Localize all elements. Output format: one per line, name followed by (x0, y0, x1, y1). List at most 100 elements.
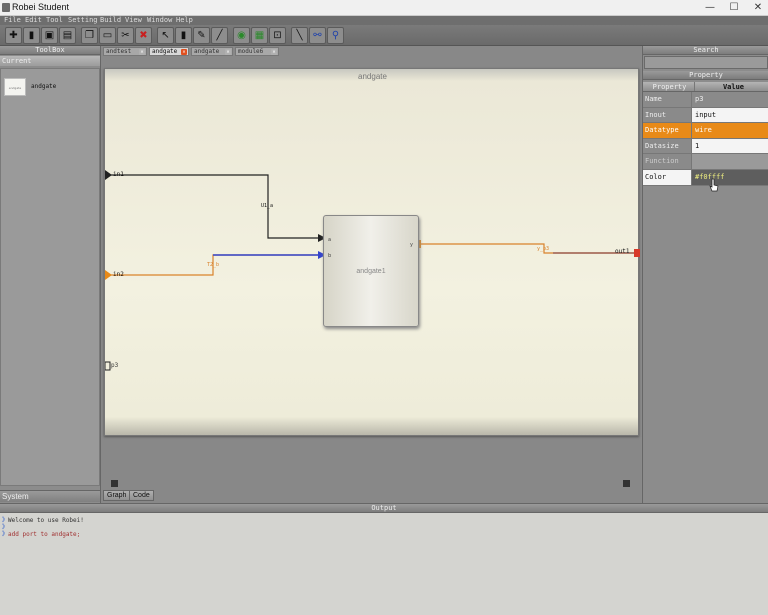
mouse-cursor-icon (709, 178, 719, 192)
property-key: Function (643, 154, 692, 169)
current-tab[interactable]: Current (0, 56, 100, 66)
design-area: andtest ✕ andgate ✕ andgate ✕ module6 ✕ andg… (101, 46, 641, 503)
tab-graph[interactable]: Graph (103, 490, 131, 501)
menu-view[interactable]: View (125, 16, 142, 25)
port-label-in2: in2 (113, 271, 124, 278)
port-p3-marker[interactable] (105, 361, 111, 371)
property-row-name: Name p3 (643, 92, 768, 108)
search-input[interactable] (644, 56, 768, 69)
run-icon[interactable]: ▦ (251, 27, 268, 44)
wire-in1-a[interactable] (111, 174, 322, 239)
property-table-header: Property Value (643, 82, 768, 92)
property-value[interactable] (692, 154, 768, 169)
module-block[interactable]: andgate1 a b y (323, 215, 419, 327)
log-line: 》 (2, 524, 9, 531)
property-key: Datatype (643, 123, 692, 138)
system-tab[interactable]: System (0, 490, 100, 502)
output-panel: Output 》Welcome to use Robei! 》 》add por… (0, 503, 768, 615)
save-as-icon[interactable]: ▤ (59, 27, 76, 44)
module-thumbnail[interactable]: endgate (4, 78, 26, 96)
pin-label-b: b (328, 253, 332, 259)
port-label-p3: p3 (111, 362, 119, 369)
port-icon[interactable]: ▮ (175, 27, 192, 44)
menu-window[interactable]: Window (147, 16, 172, 25)
toolbox-panel: ToolBox Current endgate andgate System (0, 46, 101, 503)
open-icon[interactable]: ▮ (23, 27, 40, 44)
menu-bar: File Edit Tool Setting Build View Window… (0, 16, 768, 25)
copy-icon[interactable]: ❐ (81, 27, 98, 44)
column-value: Value (722, 83, 745, 91)
tab-andgate[interactable]: andgate ✕ (191, 47, 233, 56)
close-icon[interactable]: ✕ (139, 49, 145, 55)
property-row-datasize: Datasize 1 (643, 138, 768, 155)
pen-icon[interactable]: ╱ (211, 27, 228, 44)
toolbar: ✚ ▮ ▣ ▤ ❐ ▭ ✂ ✖ ↖ ▮ ✎ ╱ ◉ ▦ ⊡ ╲ ⚯ ⚲ (0, 25, 768, 46)
property-table: Property Value Name p3 Inout input Datat… (643, 82, 768, 186)
pin-label-a: a (328, 237, 332, 243)
cut-icon[interactable]: ✂ (117, 27, 134, 44)
column-property: Property (643, 82, 695, 91)
simulate-icon[interactable]: ◉ (233, 27, 250, 44)
menu-edit[interactable]: Edit (25, 16, 42, 25)
port-label-out1: out1 (615, 248, 630, 255)
zoom-icon[interactable]: ⊡ (269, 27, 286, 44)
port-label-in1: in1 (113, 171, 124, 178)
schematic-canvas[interactable]: andgate in1 in2 p3 out1 U1_a T2_b y_p3 a… (104, 68, 640, 436)
tab-label: andgate (194, 48, 220, 55)
save-icon[interactable]: ▣ (41, 27, 58, 44)
wire-label-u1a: U1_a (261, 203, 274, 209)
port-in2-marker[interactable] (105, 270, 112, 280)
property-key: Datasize (643, 138, 692, 154)
property-value[interactable]: p3 (692, 92, 768, 107)
brush-icon[interactable]: ╲ (291, 27, 308, 44)
port-out1-marker[interactable] (634, 249, 640, 257)
close-icon[interactable]: ✕ (181, 49, 187, 55)
module-label[interactable]: andgate (31, 83, 56, 90)
right-panel: Search Property Property Value Name p3 I… (642, 46, 768, 503)
paste-icon[interactable]: ▭ (99, 27, 116, 44)
toolbox-header: ToolBox (0, 46, 100, 55)
property-value[interactable]: input (692, 107, 768, 123)
output-header: Output (0, 504, 768, 513)
property-value[interactable]: wire (692, 123, 768, 138)
log-line: 》add port to andgate; (2, 531, 81, 538)
menu-build[interactable]: Build (100, 16, 121, 25)
menu-file[interactable]: File (4, 16, 21, 25)
menu-help[interactable]: Help (176, 16, 193, 25)
canvas-handle-left[interactable] (111, 480, 118, 487)
close-button[interactable]: ✕ (744, 0, 768, 16)
wire-label-t2b: T2_b (207, 262, 220, 268)
module-list: endgate andgate (0, 68, 100, 486)
title-bar: Robei Student — ☐ ✕ (0, 0, 768, 16)
wire-label-yp3: y_p3 (537, 246, 550, 252)
wire-icon[interactable]: ✎ (193, 27, 210, 44)
wire-y-orange[interactable] (421, 243, 553, 254)
export-icon[interactable]: ⚲ (327, 27, 344, 44)
tab-andgate-active[interactable]: andgate ✕ (149, 47, 189, 56)
connect-icon[interactable]: ⚯ (309, 27, 326, 44)
property-value[interactable]: 1 (692, 138, 768, 154)
pin-label-y: y (410, 242, 413, 248)
port-in1-marker[interactable] (105, 170, 112, 180)
property-row-inout: Inout input (643, 107, 768, 124)
log-line: 》Welcome to use Robei! (2, 517, 84, 524)
delete-icon[interactable]: ✖ (135, 27, 152, 44)
close-icon[interactable]: ✕ (271, 49, 277, 55)
property-row-datatype: Datatype wire (643, 123, 768, 139)
select-icon[interactable]: ↖ (157, 27, 174, 44)
menu-setting[interactable]: Setting (68, 16, 98, 25)
property-row-color: Color #f0ffff (643, 169, 768, 186)
tab-label: andtest (106, 48, 132, 55)
module-block-name: andgate1 (356, 268, 386, 275)
property-header: Property (643, 71, 768, 80)
menu-tool[interactable]: Tool (46, 16, 63, 25)
canvas-handle-right[interactable] (623, 480, 630, 487)
property-value[interactable]: #f0ffff (692, 169, 768, 185)
close-icon[interactable]: ✕ (225, 49, 231, 55)
tab-andtest[interactable]: andtest ✕ (103, 47, 147, 56)
new-icon[interactable]: ✚ (5, 27, 22, 44)
tab-module6[interactable]: module6 ✕ (235, 47, 279, 56)
tab-code[interactable]: Code (129, 490, 154, 501)
tab-label: module6 (238, 48, 264, 55)
tab-label: andgate (152, 48, 178, 55)
